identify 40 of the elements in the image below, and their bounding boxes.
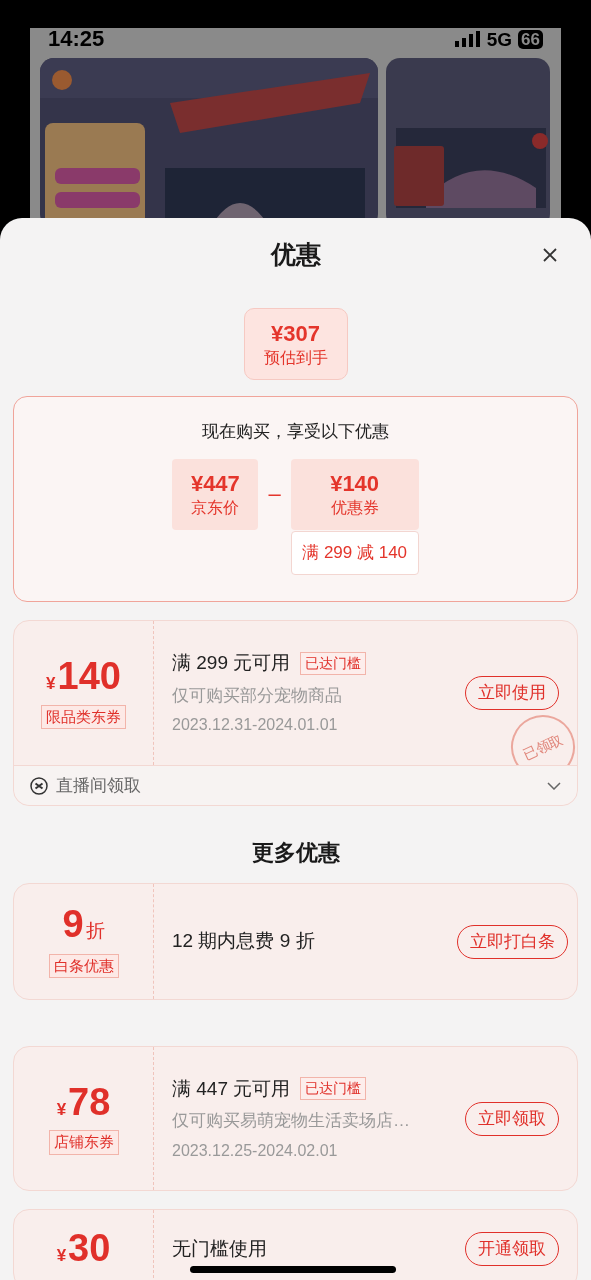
sheet-title: 优惠	[270, 239, 321, 271]
coupon-title: 满 299 元可用	[172, 651, 291, 675]
network-label: 5G	[486, 29, 513, 49]
currency-sign: ¥	[56, 1098, 67, 1121]
close-button[interactable]	[542, 247, 558, 263]
coupon-value: 9	[62, 905, 84, 943]
coupon-value: 78	[68, 1082, 111, 1121]
coupon-description: 仅可购买部分宠物商品	[172, 684, 343, 707]
chip-amount: ¥140	[330, 470, 380, 498]
currency-sign: ¥	[46, 673, 56, 695]
coupon-tag: 店铺东券	[48, 1130, 119, 1155]
close-icon	[542, 247, 558, 263]
battery-indicator: 66	[518, 29, 543, 49]
section-heading: 更多优惠	[251, 839, 340, 867]
coupon-source: 直播间领取	[56, 774, 142, 797]
live-icon	[30, 776, 48, 795]
breakdown-heading: 现在购买，享受以下优惠	[202, 421, 389, 443]
coupon-title: 无门槛使用	[172, 1236, 267, 1261]
discount-unit: 折	[85, 919, 105, 943]
coupon-value: 30	[68, 1229, 111, 1268]
coupon-tag: 白条优惠	[48, 953, 119, 978]
coupon-value: 140	[57, 657, 121, 695]
validity-dates: 2023.12.25-2024.02.01	[172, 1140, 339, 1161]
estimate-amount: ¥307	[271, 320, 320, 348]
threshold-badge: 已达门槛	[300, 651, 367, 675]
chip-label: 优惠券	[330, 497, 379, 518]
chip-label: 京东价	[191, 497, 240, 518]
coupon-title: 满 447 元可用	[172, 1076, 291, 1101]
chip-amount: ¥447	[190, 470, 240, 498]
minus-sign: –	[268, 479, 281, 508]
coupon-title: 12 期内息费 9 折	[172, 929, 315, 954]
estimate-label: 预估到手	[263, 347, 328, 368]
validity-dates: 2023.12.31-2024.01.01	[172, 715, 339, 735]
threshold-badge: 已达门槛	[300, 1077, 367, 1101]
status-time: 14:25	[48, 28, 105, 50]
coupon-description: 仅可购买易萌宠物生活卖场店…	[172, 1110, 411, 1132]
currency-sign: ¥	[56, 1245, 67, 1268]
coupon-tag: 限品类东券	[41, 704, 126, 729]
signal-icon	[454, 31, 481, 47]
chevron-down-icon[interactable]	[547, 781, 561, 790]
